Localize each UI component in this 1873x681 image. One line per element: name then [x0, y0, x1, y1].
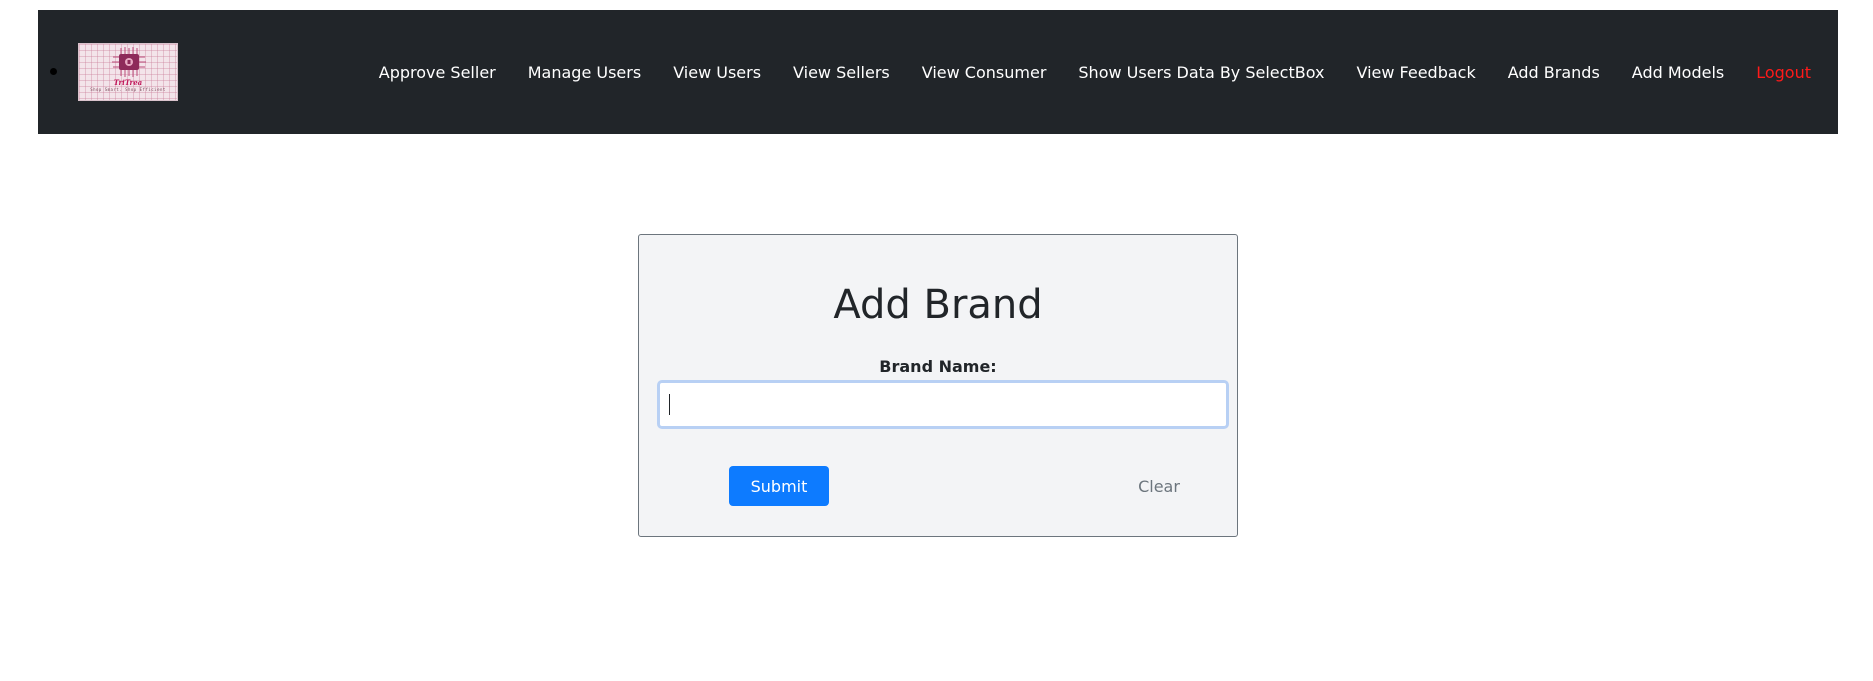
nav-link-manage-users[interactable]: Manage Users: [528, 63, 641, 82]
nav-link-add-models[interactable]: Add Models: [1632, 63, 1724, 82]
submit-button[interactable]: Submit: [729, 466, 829, 506]
clear-button[interactable]: Clear: [1119, 466, 1199, 506]
nav-link-show-users-data-by-selectbox[interactable]: Show Users Data By SelectBox: [1078, 63, 1324, 82]
logo-name: TriTrea: [113, 78, 143, 87]
nav-link-view-users[interactable]: View Users: [673, 63, 761, 82]
nav-links: Approve Seller Manage Users View Users V…: [347, 10, 1811, 134]
text-caret: [669, 394, 670, 415]
top-navbar: TriTrea Shop Smart. Shop Efficient Appro…: [38, 10, 1838, 134]
chip-logo-icon: [112, 47, 146, 77]
page-title: Add Brand: [833, 282, 1043, 328]
list-bullet: [50, 68, 57, 75]
nav-link-view-feedback[interactable]: View Feedback: [1356, 63, 1475, 82]
nav-link-logout[interactable]: Logout: [1756, 63, 1811, 82]
brand-name-label: Brand Name:: [879, 357, 997, 376]
site-logo[interactable]: TriTrea Shop Smart. Shop Efficient: [78, 43, 178, 101]
logo-tagline: Shop Smart. Shop Efficient: [90, 87, 166, 92]
nav-link-view-sellers[interactable]: View Sellers: [793, 63, 890, 82]
nav-link-approve-seller[interactable]: Approve Seller: [379, 63, 496, 82]
brand-name-input[interactable]: [657, 380, 1229, 429]
add-brand-card: Add Brand Brand Name: Submit Clear: [638, 234, 1238, 537]
nav-link-view-consumer[interactable]: View Consumer: [922, 63, 1047, 82]
nav-link-add-brands[interactable]: Add Brands: [1508, 63, 1600, 82]
